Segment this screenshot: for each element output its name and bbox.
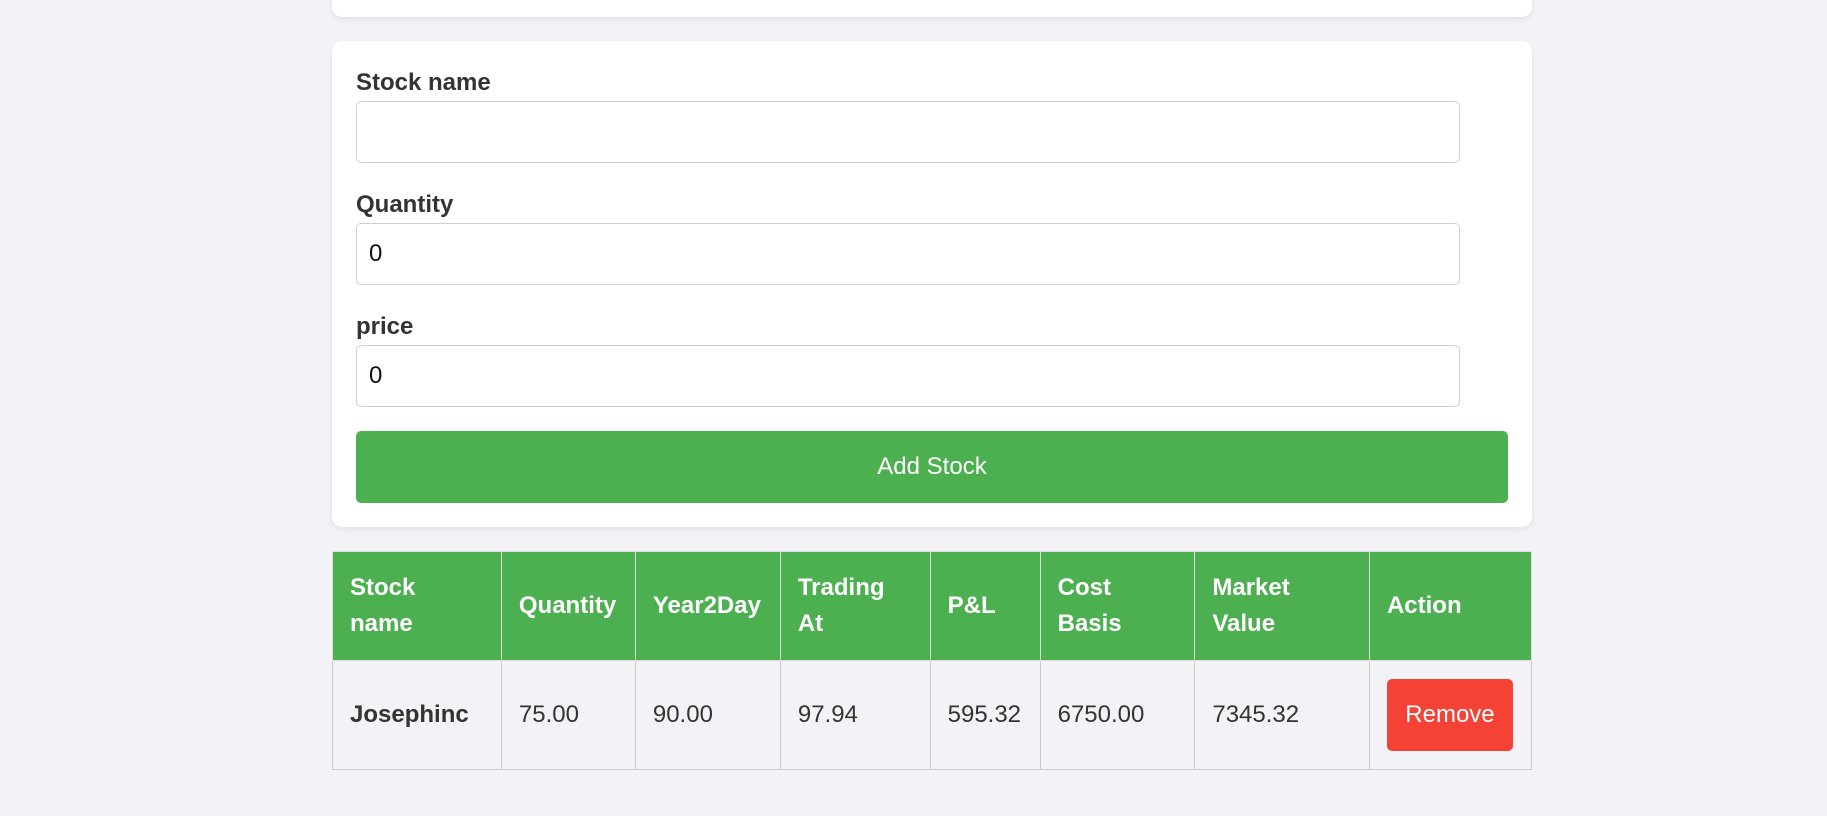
cell-market-value: 7345.32	[1194, 660, 1370, 770]
table-row: Josephinc 75.00 90.00 97.94 595.32 6750.…	[332, 660, 1533, 770]
cell-trading-at: 97.94	[779, 660, 931, 770]
stock-name-input[interactable]	[356, 101, 1460, 163]
header-cost-basis-line2: Basis	[1057, 610, 1122, 637]
header-action: Action	[1368, 551, 1533, 661]
header-market-value: Market Value	[1194, 551, 1370, 661]
stock-name-label: Stock name	[356, 69, 491, 96]
stocks-table: Stock name Quantity Year2Day Trading At …	[332, 551, 1533, 770]
cell-pnl: 595.32	[929, 660, 1041, 770]
add-stock-form: Stock name Quantity price Add Stock	[332, 41, 1532, 527]
add-stock-button[interactable]: Add Stock	[356, 431, 1508, 503]
header-stock-name-line1: Stock	[350, 574, 416, 601]
header-stock-name-line2: name	[350, 610, 413, 637]
cell-action: Remove	[1368, 660, 1533, 770]
remove-button[interactable]: Remove	[1386, 679, 1513, 751]
header-trading-at-line1: Trading	[797, 574, 885, 601]
header-quantity: Quantity	[500, 551, 636, 661]
header-stock-name: Stock name	[332, 551, 502, 661]
cell-cost-basis: 6750.00	[1039, 660, 1196, 770]
table-header-row: Stock name Quantity Year2Day Trading At …	[332, 551, 1533, 661]
header-pnl-text: P&L	[947, 592, 996, 619]
quantity-input[interactable]	[356, 223, 1460, 285]
header-quantity-text: Quantity	[518, 592, 617, 619]
header-year2day-text: Year2Day	[652, 592, 761, 619]
header-pnl: P&L	[929, 551, 1041, 661]
header-cost-basis-line1: Cost	[1057, 574, 1111, 601]
cell-year2day: 90.00	[634, 660, 781, 770]
cell-quantity: 75.00	[500, 660, 636, 770]
header-action-text: Action	[1386, 592, 1462, 619]
header-market-value-line2: Value	[1212, 610, 1276, 637]
header-trading-at-line2: At	[797, 610, 824, 637]
header-year2day: Year2Day	[634, 551, 781, 661]
top-card	[332, 0, 1532, 17]
quantity-label: Quantity	[356, 191, 454, 218]
cell-stock-name: Josephinc	[332, 660, 502, 770]
header-trading-at: Trading At	[779, 551, 931, 661]
price-label: price	[356, 313, 414, 340]
header-market-value-line1: Market	[1212, 574, 1290, 601]
header-cost-basis: Cost Basis	[1039, 551, 1196, 661]
price-input[interactable]	[356, 345, 1460, 407]
